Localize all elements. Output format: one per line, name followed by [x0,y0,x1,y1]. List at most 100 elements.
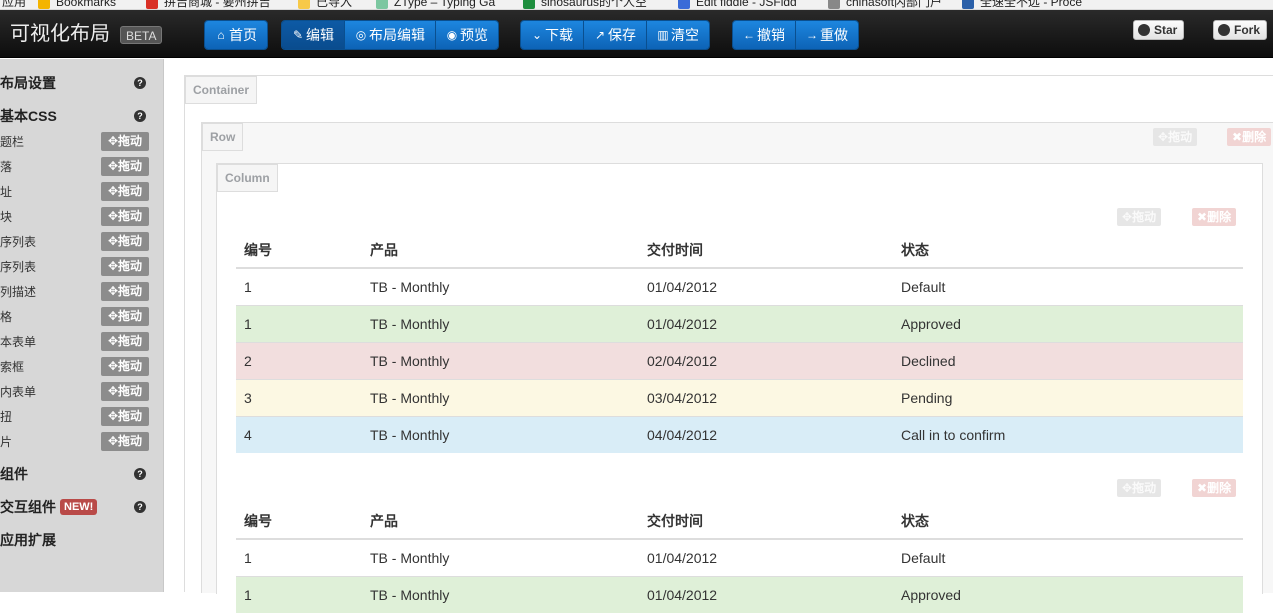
drag-button[interactable]: ✥拖动 [101,307,149,326]
sidebar-item: 序列表 ✥拖动 [0,232,163,252]
column-header: 交付时间 [639,503,893,540]
sidebar-section-basic-css[interactable]: 基本CSS ? [0,106,163,126]
edit-icon: ✎ [292,28,304,42]
drag-button[interactable]: ✥拖动 [101,232,149,251]
drag-button[interactable]: ✥拖动 [101,282,149,301]
home-icon: ⌂ [217,28,225,42]
move-icon: ✥ [107,234,119,248]
table-cell: 04/04/2012 [639,415,893,453]
home-button[interactable]: ⌂ 首页 [205,21,267,49]
drag-button[interactable]: ✥拖动 [101,432,149,451]
layout-edit-button[interactable]: ◎ 布局编辑 [345,21,436,49]
drag-button[interactable]: ✥拖动 [101,207,149,226]
question-icon[interactable]: ? [134,77,146,89]
table-delete-button[interactable]: ✖删除 [1192,208,1237,226]
sidebar-section-extensions[interactable]: 应用扩展 [0,530,163,550]
sidebar-item: 格 ✥拖动 [0,307,163,327]
page-icon [828,0,840,9]
table-cell: TB - Monthly [362,341,639,379]
drag-button[interactable]: ✥拖动 [101,132,149,151]
bookmark-link[interactable]: 全速全不远 - Proce [962,0,1082,9]
table-cell: TB - Monthly [362,267,639,305]
github-star-button[interactable]: Star [1133,20,1185,40]
sidebar: 布局设置 ? 基本CSS ? 题栏 ✥拖动 落 ✥拖动 址 ✥拖动 块 ✥拖动 序列表 ✥… [0,59,164,592]
move-icon: ✥ [1122,210,1133,224]
question-icon[interactable]: ? [134,468,146,480]
table-cell: 2 [236,341,362,379]
bookmark-link[interactable]: chinasoft内部门户 [828,0,942,9]
table-row: 1 TB - Monthly 01/04/2012 Default [236,267,1243,305]
table-row: 1 TB - Monthly 01/04/2012 Default [236,538,1243,576]
table-cell: 01/04/2012 [639,267,893,305]
column-block: Column ✥拖动 ✖删除 编号 产品 交付时间 状态 1 TB - Mont… [216,163,1263,613]
sidebar-section-components[interactable]: 组件 ? [0,464,163,484]
sidebar-item: 落 ✥拖动 [0,157,163,177]
github-fork-button[interactable]: Fork [1213,20,1268,40]
question-icon[interactable]: ? [134,110,146,122]
undo-button[interactable]: ← 撤销 [733,21,796,49]
sidebar-item: 本表单 ✥拖动 [0,332,163,352]
preview-button[interactable]: ◉ 预览 [436,21,498,49]
sidebar-item: 列描述 ✥拖动 [0,282,163,302]
drag-button[interactable]: ✥拖动 [101,157,149,176]
table-cell: 1 [236,267,362,305]
table-drag-button[interactable]: ✥拖动 [1117,208,1162,226]
bookmark-apps[interactable]: 应用 [2,0,26,9]
row-delete-button[interactable]: ✖删除 [1227,128,1272,146]
chevron-down-icon: ⌄ [531,28,543,42]
table-cell: TB - Monthly [362,304,639,342]
home-group: ⌂ 首页 [204,20,268,50]
table-cell: 1 [236,575,362,613]
table-drag-button[interactable]: ✥拖动 [1117,479,1162,497]
bookmark-link[interactable]: 拼吉商城 - 要州拼吉 [146,0,271,9]
table-row: 3 TB - Monthly 03/04/2012 Pending [236,378,1243,416]
sidebar-item: 题栏 ✥拖动 [0,132,163,152]
sidebar-section-layout[interactable]: 布局设置 ? [0,73,163,93]
drag-button[interactable]: ✥拖动 [101,332,149,351]
close-icon: ✖ [1197,481,1208,495]
beta-badge: BETA [120,26,163,44]
new-badge: NEW! [60,499,98,515]
redo-button[interactable]: → 重做 [796,21,858,49]
top-navbar: 可视化布局 BETA ⌂ 首页 ✎ 编辑 ◎ 布局编辑 ◉ 预览 ⌄ 下载 ↗ 保存 ▥ 清空… [0,10,1273,58]
sidebar-item: 扭 ✥拖动 [0,407,163,427]
drag-button[interactable]: ✥拖动 [101,357,149,376]
edit-button[interactable]: ✎ 编辑 [282,21,345,49]
bookmark-link[interactable]: Edit fiddle - JSFidd [678,0,797,9]
table-cell: Default [893,267,1243,305]
bookmark-link[interactable]: ZType – Typing Ga [376,0,495,9]
move-icon: ✥ [107,409,119,423]
bookmark-folder[interactable]: Bookmarks [38,0,116,9]
question-icon[interactable]: ? [134,501,146,513]
move-icon: ✥ [107,359,119,373]
save-button[interactable]: ↗ 保存 [584,21,647,49]
bookmark-link[interactable]: sinosaurus的个人空 [523,0,647,9]
move-icon: ✥ [107,284,119,298]
sidebar-item: 内表单 ✥拖动 [0,382,163,402]
table-cell: Declined [893,341,1243,379]
column-header: 状态 [893,232,1243,269]
share-icon: ↗ [594,28,606,42]
table-delete-button[interactable]: ✖删除 [1192,479,1237,497]
clear-button[interactable]: ▥ 清空 [647,21,709,49]
column-header: 编号 [236,232,362,269]
move-icon: ✥ [107,384,119,398]
drag-button[interactable]: ✥拖动 [101,257,149,276]
download-button[interactable]: ⌄ 下载 [521,21,584,49]
drag-button[interactable]: ✥拖动 [101,382,149,401]
drag-button[interactable]: ✥拖动 [101,182,149,201]
drag-button[interactable]: ✥拖动 [101,407,149,426]
table-row: 2 TB - Monthly 02/04/2012 Declined [236,341,1243,379]
site-icon [376,0,388,9]
row-drag-button[interactable]: ✥拖动 [1153,128,1198,146]
sidebar-section-interactive[interactable]: 交互组件 NEW! ? [0,497,163,517]
container-tag: Container [185,76,258,104]
table-cell: Default [893,538,1243,576]
close-icon: ✖ [1197,210,1208,224]
github-icon [1218,24,1230,36]
brand-title[interactable]: 可视化布局 [10,22,110,46]
site-icon [962,0,974,9]
move-icon: ✥ [107,184,119,198]
bookmark-folder[interactable]: 已导入 [298,0,352,9]
column-header: 状态 [893,503,1243,540]
